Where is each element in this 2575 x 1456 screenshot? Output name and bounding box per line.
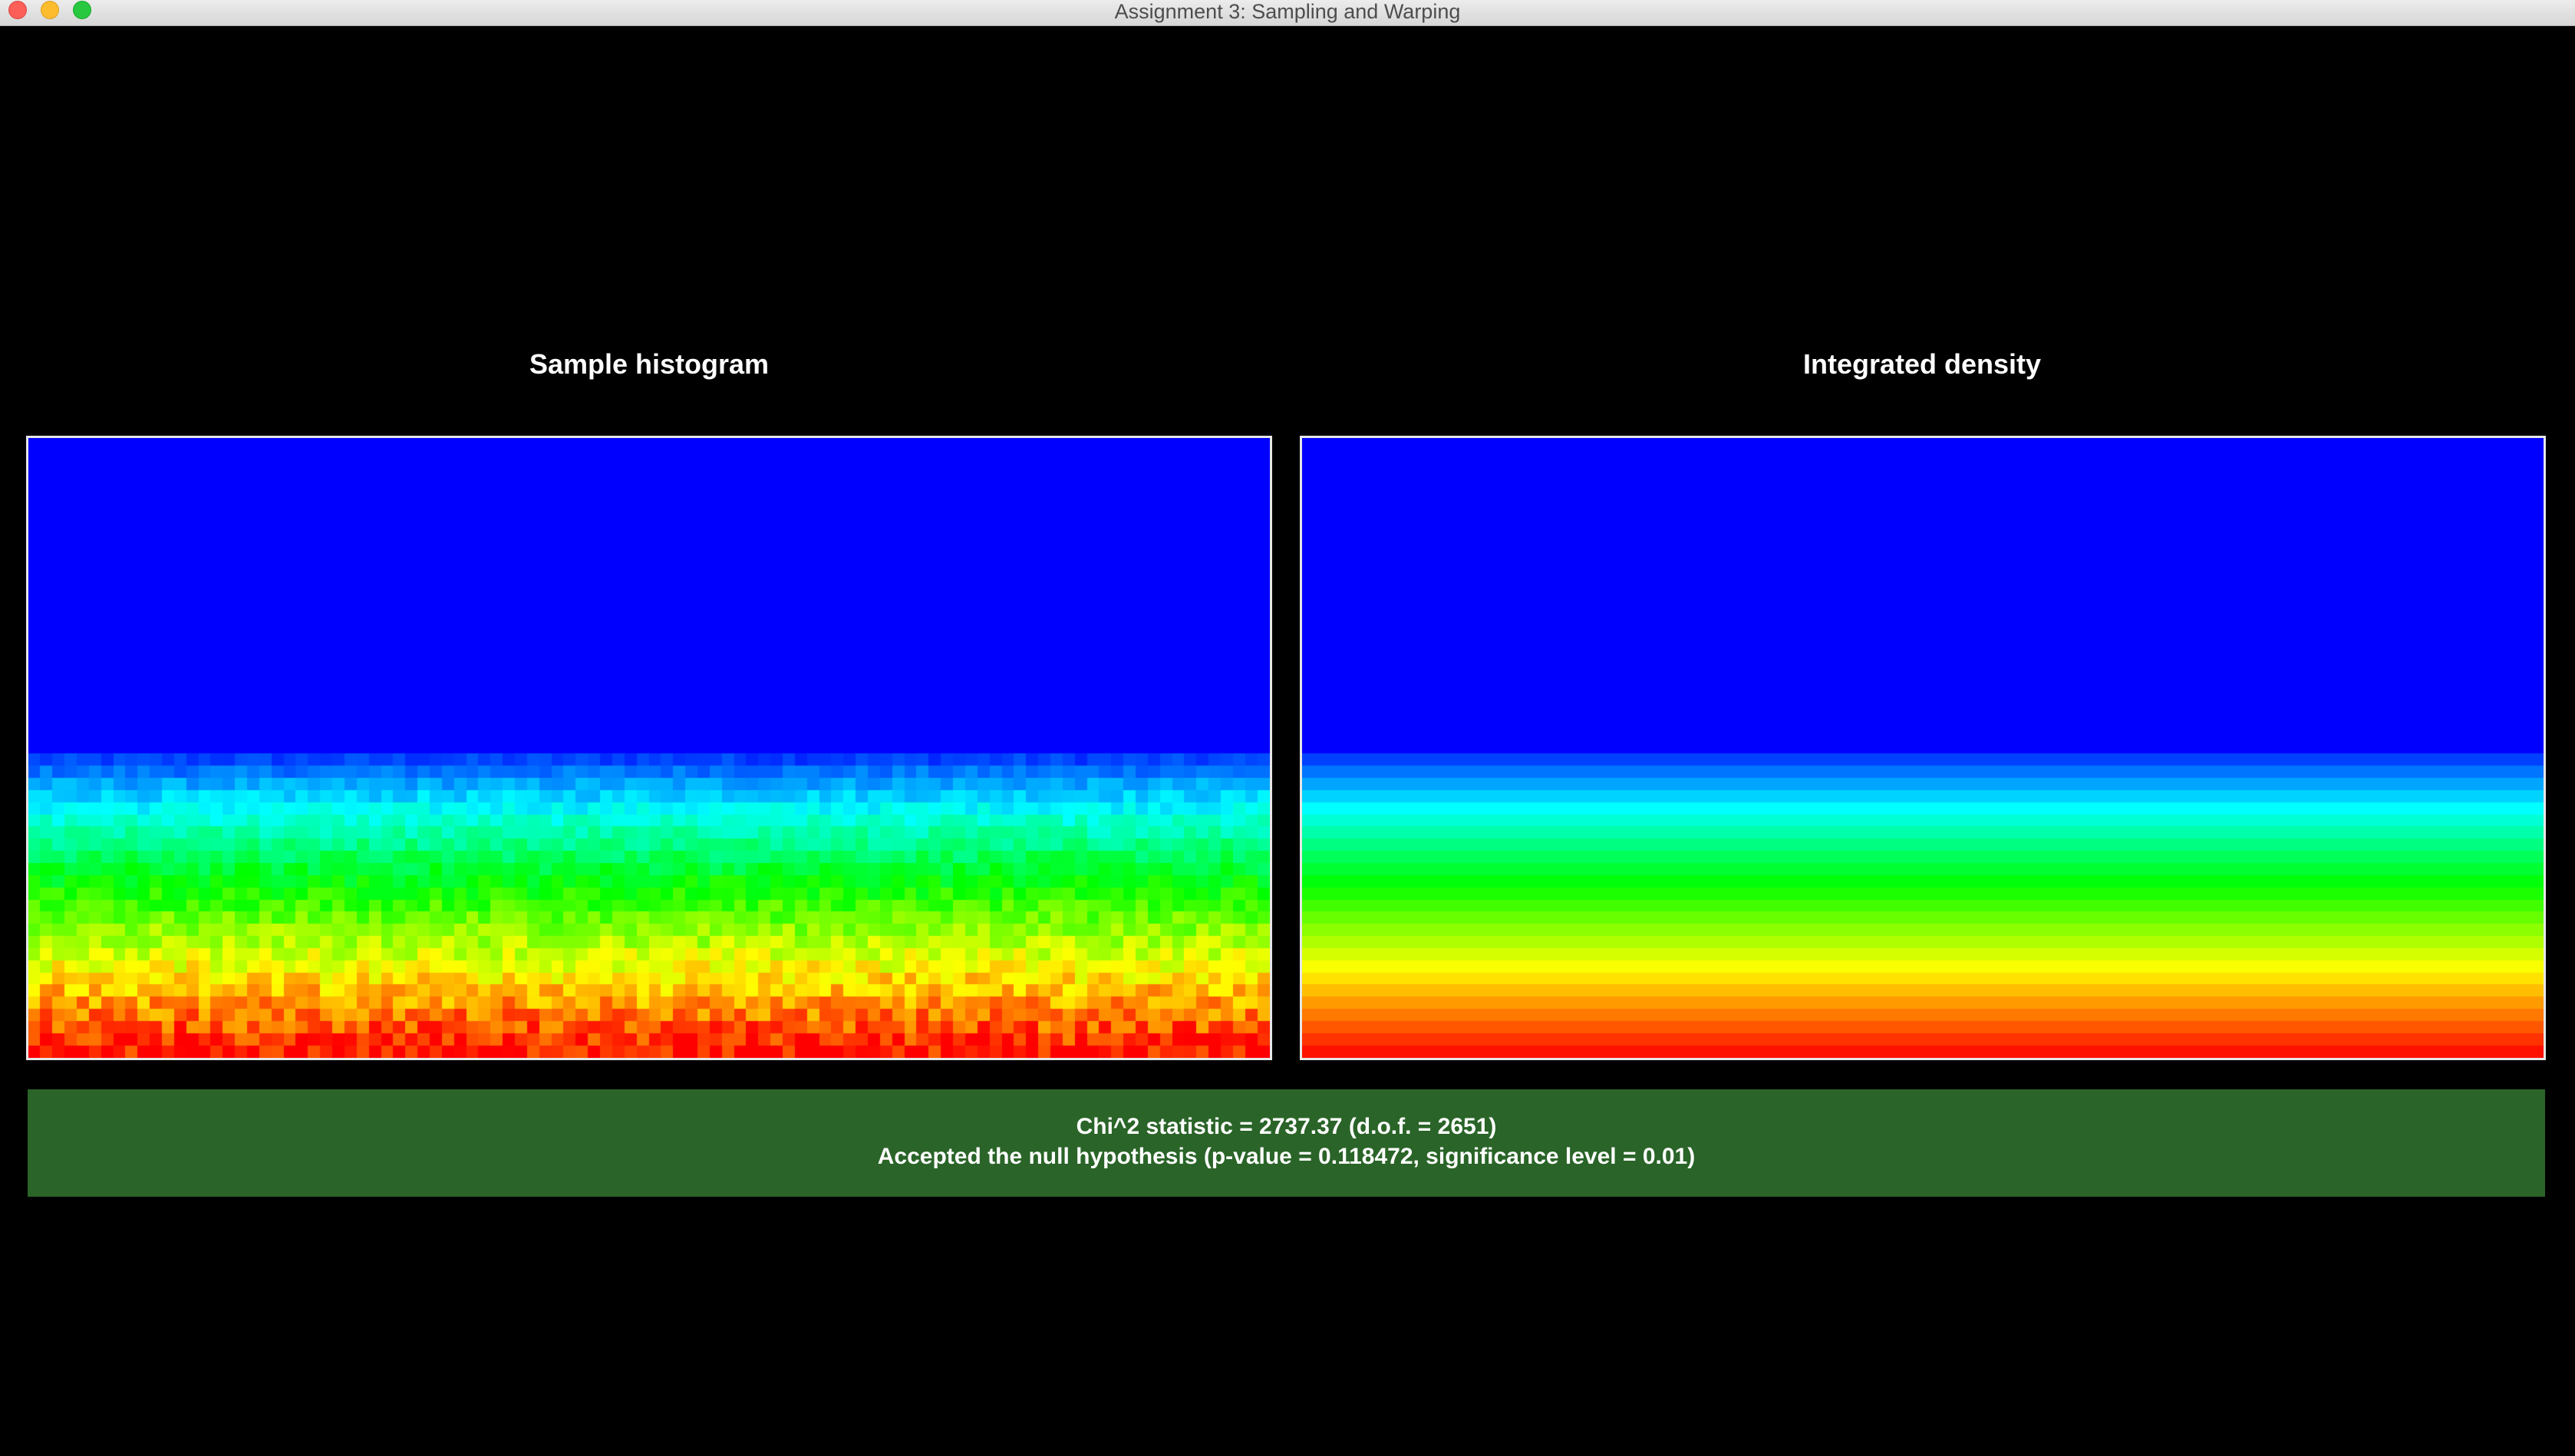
sample-histogram-plot [26, 436, 1272, 1060]
integrated-density-plot [1300, 436, 2546, 1060]
chi-square-statistic-text: Chi^2 statistic = 2737.37 (d.o.f. = 2651… [1076, 1114, 1497, 1139]
chi-square-result-panel: Chi^2 statistic = 2737.37 (d.o.f. = 2651… [28, 1089, 2545, 1197]
hypothesis-result-text: Accepted the null hypothesis (p-value = … [877, 1144, 1696, 1169]
integrated-density-title: Integrated density [1802, 348, 2042, 380]
title-bar[interactable]: Assignment 3: Sampling and Warping [0, 0, 2575, 26]
integrated-density-canvas [1302, 438, 2544, 1058]
sample-histogram-canvas [28, 438, 1270, 1058]
window-title: Assignment 3: Sampling and Warping [1114, 0, 1461, 23]
sample-histogram-title: Sample histogram [529, 348, 770, 380]
app-window: Assignment 3: Sampling and Warping Sampl… [0, 0, 2575, 1456]
